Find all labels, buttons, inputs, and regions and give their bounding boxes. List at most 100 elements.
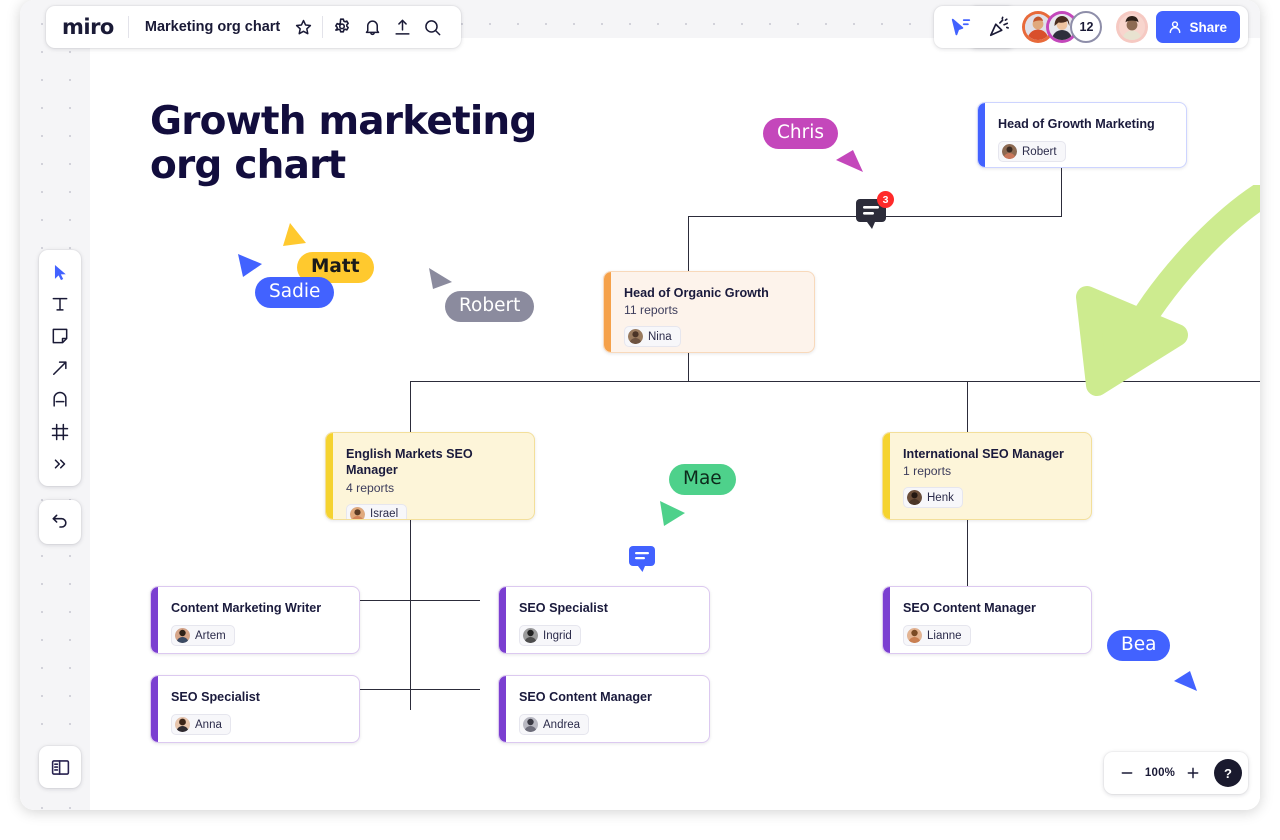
node-international-seo-manager[interactable]: International SEO Manager 1 reports Henk — [882, 432, 1092, 520]
connector-english-seo-down — [410, 498, 412, 710]
share-button-label: Share — [1189, 19, 1227, 35]
cursor-arrow-icon — [660, 501, 685, 526]
cursor-label: Robert — [445, 291, 535, 323]
node-owner-chip[interactable]: Anna — [171, 714, 231, 736]
avatar — [523, 628, 538, 644]
comment-icon — [629, 546, 655, 572]
pen-tool[interactable] — [43, 385, 77, 415]
node-title: SEO Content Manager — [903, 601, 1036, 615]
node-owner-chip[interactable]: Nina — [624, 326, 681, 348]
zoom-out-button[interactable] — [1114, 760, 1140, 786]
node-reports: 4 reports — [346, 480, 395, 495]
cursor-icon — [54, 264, 66, 280]
node-head-growth-marketing[interactable]: Head of Growth Marketing Robert — [977, 102, 1187, 168]
node-title: SEO Content Manager — [519, 690, 652, 704]
connector-root-down — [1061, 167, 1063, 217]
share-button[interactable]: Share — [1156, 11, 1240, 43]
node-accent-stripe — [883, 433, 890, 519]
presentation-icon[interactable] — [946, 12, 976, 42]
avatar — [175, 717, 190, 733]
tools-panel — [39, 250, 81, 486]
node-accent-stripe — [978, 103, 985, 167]
cursor-label: Bea — [1107, 630, 1171, 662]
avatar — [350, 506, 365, 519]
zoom-controls: 100% ? — [1104, 752, 1248, 794]
node-head-organic-growth[interactable]: Head of Organic Growth 11 reports Nina — [603, 271, 815, 353]
select-tool[interactable] — [43, 257, 77, 287]
cursor-arrow-icon — [429, 268, 452, 289]
undo-button[interactable] — [43, 507, 77, 537]
node-owner-chip[interactable]: Artem — [171, 625, 235, 647]
board-heading: Growth marketing org chart — [150, 99, 537, 188]
connector-row2-horizontal — [340, 689, 480, 691]
node-seo-content-manager-andrea[interactable]: SEO Content Manager Andrea — [498, 675, 710, 743]
board-name-label[interactable]: Marketing org chart — [129, 19, 288, 35]
node-content-marketing-writer[interactable]: Content Marketing Writer Artem — [150, 586, 360, 654]
collaborator-count-badge[interactable]: 12 — [1070, 11, 1103, 43]
node-owner-name: Anna — [195, 718, 222, 731]
comment-pin-dark[interactable]: 3 — [855, 191, 894, 235]
node-owner-chip[interactable]: Robert — [998, 141, 1066, 163]
cursor-label: Mae — [669, 464, 736, 496]
panel-toggle-button[interactable] — [39, 746, 81, 788]
node-seo-specialist-ingrid[interactable]: SEO Specialist Ingrid — [498, 586, 710, 654]
node-seo-content-manager-lianne[interactable]: SEO Content Manager Lianne — [882, 586, 1092, 654]
text-tool[interactable] — [43, 289, 77, 319]
node-accent-stripe — [499, 587, 506, 653]
connector-to-international-seo — [967, 381, 969, 432]
confetti-icon[interactable] — [984, 12, 1014, 42]
board-title-bar: miro Marketing org chart — [46, 6, 462, 48]
avatar — [628, 329, 643, 345]
frame-tool[interactable] — [43, 417, 77, 447]
pen-icon — [53, 391, 67, 407]
sticky-note-tool[interactable] — [43, 321, 77, 351]
cursor-arrow-icon — [283, 223, 306, 246]
side-panel-icon — [51, 759, 69, 775]
arrow-icon — [53, 361, 67, 375]
bell-icon[interactable] — [357, 12, 387, 42]
node-accent-stripe — [499, 676, 506, 742]
node-owner-chip[interactable]: Israel — [346, 503, 408, 520]
node-title: Head of Growth Marketing — [998, 117, 1155, 131]
undo-panel — [39, 500, 81, 544]
comment-pin-blue[interactable] — [628, 545, 656, 578]
node-owner-name: Israel — [370, 508, 399, 520]
avatar-current-user[interactable] — [1116, 11, 1149, 43]
cursor-arrow-icon — [1174, 671, 1197, 691]
node-owner-chip[interactable]: Lianne — [903, 625, 971, 647]
connection-line-tool[interactable] — [43, 353, 77, 383]
more-tools[interactable] — [43, 449, 77, 479]
node-accent-stripe — [151, 676, 158, 742]
avatar — [1002, 144, 1017, 160]
star-icon[interactable] — [288, 12, 318, 42]
node-seo-specialist-anna[interactable]: SEO Specialist Anna — [150, 675, 360, 743]
node-owner-chip[interactable]: Andrea — [519, 714, 590, 736]
node-title: Head of Organic Growth — [624, 286, 769, 300]
node-title: SEO Specialist — [171, 690, 260, 704]
avatar — [907, 490, 922, 506]
help-button[interactable]: ? — [1214, 759, 1242, 787]
node-reports: 11 reports — [624, 303, 678, 318]
node-owner-chip[interactable]: Henk — [903, 487, 963, 509]
node-owner-name: Andrea — [543, 718, 581, 731]
node-title: International SEO Manager — [903, 447, 1064, 461]
miro-logo[interactable]: miro — [62, 15, 128, 39]
node-owner-name: Henk — [927, 491, 954, 504]
node-english-markets-seo-manager[interactable]: English Markets SEO Manager 4 reports Is… — [325, 432, 535, 520]
connector-to-english-seo — [410, 381, 412, 432]
zoom-level-label[interactable]: 100% — [1143, 767, 1177, 779]
connector-to-organic-growth — [688, 216, 690, 271]
zoom-in-button[interactable] — [1180, 760, 1206, 786]
node-owner-name: Robert — [1022, 145, 1057, 158]
node-owner-chip[interactable]: Ingrid — [519, 625, 581, 647]
node-accent-stripe — [326, 433, 333, 519]
gear-icon[interactable] — [327, 12, 357, 42]
node-title: Content Marketing Writer — [171, 601, 322, 615]
avatar — [523, 717, 538, 733]
node-owner-name: Nina — [648, 330, 672, 343]
node-owner-name: Lianne — [927, 629, 962, 642]
node-title: English Markets SEO Manager — [346, 447, 473, 478]
node-reports: 1 reports — [903, 464, 952, 479]
upload-icon[interactable] — [387, 12, 417, 42]
search-icon[interactable] — [417, 12, 447, 42]
